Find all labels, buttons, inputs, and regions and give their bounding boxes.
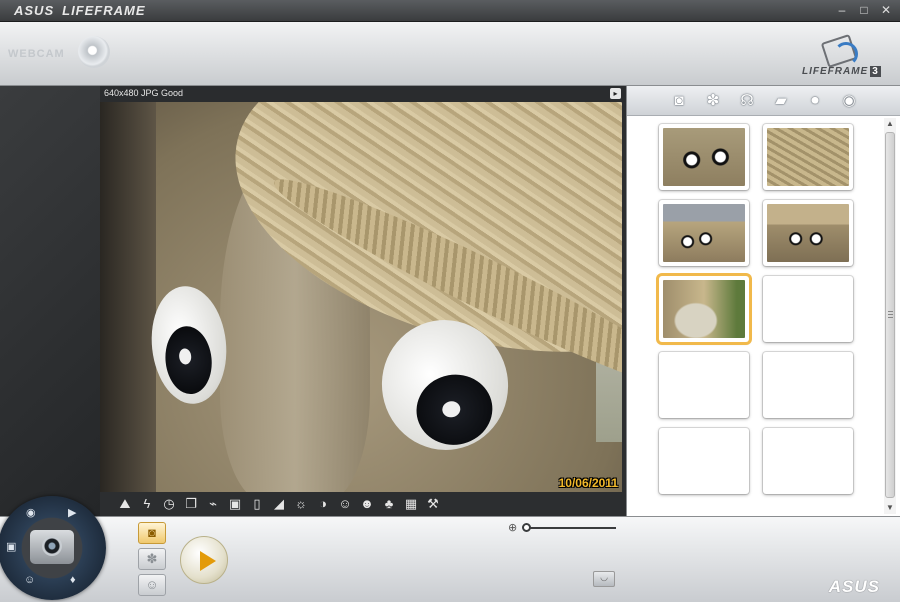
tab-view-icon[interactable]: ◉ (837, 91, 861, 111)
exposure-icon[interactable]: ◢ (270, 495, 288, 513)
asus-logo: ASUS (828, 577, 880, 596)
mode-buttons: ◙ ✽ ☺ (138, 522, 166, 596)
face-mask-icon[interactable]: ☺ (336, 495, 354, 513)
product-version: 3 (870, 66, 881, 77)
empty-thumbnail-slot[interactable] (763, 352, 853, 418)
gallery-scrollbar[interactable]: ▲ ▼ (884, 118, 896, 514)
zoom-slider-track[interactable] (526, 527, 616, 529)
effects-icon[interactable]: ▦ (402, 495, 420, 513)
window-controls: ‒ □ ✕ (834, 2, 894, 18)
zoom-control: ⊕ (508, 521, 620, 535)
preview-info-bar: 640x480 JPG Good ▸ (100, 86, 625, 102)
empty-thumbnail-slot[interactable] (659, 428, 749, 494)
camera-preview[interactable]: 10/06/2011 (100, 102, 622, 492)
empty-thumbnail-slot[interactable] (763, 276, 853, 342)
camera-lens-icon (42, 536, 62, 556)
effects-toolbar: ⛰ ϟ ◷ ❐ ⌁ ▣ ▯ ◢ ☼ ◑ ☺ ☻ ♣ ▦ ⚒ (100, 492, 625, 516)
tab-photo-icon[interactable]: ◙ (667, 91, 691, 111)
thumbnail-image (767, 204, 849, 262)
gallery-tabs: ◙ ✽ ☊ ▰ ⏺ ◉ (627, 86, 900, 116)
scroll-down-arrow-icon[interactable]: ▼ (884, 502, 896, 514)
tab-video-icon[interactable]: ▰ (769, 91, 793, 111)
gallery-panel: ◙ ✽ ☊ ▰ ⏺ ◉ ▲ ▼ (626, 86, 900, 516)
product-name: LIFEFRAME 3 (802, 66, 881, 77)
webcam-label: WEBCAM (8, 48, 65, 60)
photo-mode-button[interactable]: ◙ (138, 522, 166, 544)
thumbnail-1[interactable] (659, 124, 749, 190)
close-button[interactable]: ✕ (878, 2, 894, 18)
mode-dial[interactable]: ▣ ◉ ▶ ☺ ♦ (0, 496, 106, 600)
thumbnail-image (663, 204, 745, 262)
asus-brand: ASUS (14, 3, 55, 18)
empty-thumbnail-slot[interactable] (763, 428, 853, 494)
burst-icon[interactable]: ❐ (182, 495, 200, 513)
dial-play-icon[interactable]: ▶ (68, 506, 76, 519)
scroll-up-arrow-icon[interactable]: ▲ (884, 118, 896, 130)
zoom-in-icon[interactable]: ⊕ (508, 521, 520, 534)
face-track-icon[interactable]: ☻ (358, 495, 376, 513)
thumbnail-5-selected[interactable] (659, 276, 749, 342)
scrollbar-grip-icon (888, 311, 893, 318)
thumbnail-2[interactable] (763, 124, 853, 190)
dial-eye-icon[interactable]: ◉ (26, 506, 36, 519)
format-label: 640x480 JPG Good (104, 88, 184, 98)
snapshot-icon[interactable]: ◡ (593, 571, 615, 587)
timestamp: 10/06/2011 (558, 476, 618, 490)
timer-icon[interactable]: ◷ (160, 495, 178, 513)
measure-icon[interactable]: ⌁ (204, 495, 222, 513)
minimize-button[interactable]: ‒ (834, 2, 850, 18)
landscape-icon[interactable]: ⛰ (116, 495, 134, 513)
thumbnail-grid (659, 124, 853, 494)
play-triangle-icon (200, 551, 216, 571)
lifeframe-logo: LIFEFRAME 3 (802, 34, 881, 80)
app-brand: ASUS LIFEFRAME (14, 3, 146, 18)
tab-audio-icon[interactable]: ⏺ (803, 91, 827, 111)
left-panel (0, 86, 100, 516)
zoom-slider-knob[interactable] (522, 523, 531, 532)
dial-video-icon[interactable]: ▣ (6, 540, 16, 553)
settings-wrench-icon[interactable]: ⚒ (424, 495, 442, 513)
camera-capture-icon[interactable] (30, 530, 74, 564)
empty-thumbnail-slot[interactable] (659, 352, 749, 418)
contrast-icon[interactable]: ◑ (314, 495, 332, 513)
portrait-frame-icon[interactable]: ▯ (248, 495, 266, 513)
scrollbar-thumb[interactable] (885, 132, 895, 498)
thumbnail-image (663, 280, 745, 338)
effects-mode-button[interactable]: ✽ (138, 548, 166, 570)
maximize-button[interactable]: □ (856, 2, 872, 18)
brightness-icon[interactable]: ☼ (292, 495, 310, 513)
thumbnail-image (663, 128, 745, 186)
app-title: LIFEFRAME (62, 3, 146, 18)
header-band: WEBCAM LIFEFRAME 3 (0, 22, 900, 86)
title-bar: ASUS LIFEFRAME ‒ □ ✕ (0, 0, 900, 22)
dial-mic-icon[interactable]: ♦ (70, 574, 76, 586)
face-mode-button[interactable]: ☺ (138, 574, 166, 596)
color-icon[interactable]: ♣ (380, 495, 398, 513)
tab-face-icon[interactable]: ☊ (735, 91, 759, 111)
product-name-text: LIFEFRAME (802, 66, 869, 77)
thumbnail-3[interactable] (659, 200, 749, 266)
thumbnail-image (767, 128, 849, 186)
tab-effects-icon[interactable]: ✽ (701, 91, 725, 111)
capture-play-button[interactable] (180, 536, 228, 584)
preview-shadow-edge (100, 102, 156, 492)
swirl-icon (834, 42, 858, 66)
webcam-logo: WEBCAM (0, 28, 140, 84)
lens-flare-icon (78, 36, 110, 68)
preview-options-icon[interactable]: ▸ (610, 88, 621, 99)
control-strip (0, 516, 900, 602)
dial-face-icon[interactable]: ☺ (24, 574, 35, 586)
frame-icon[interactable]: ▣ (226, 495, 244, 513)
thumbnail-4[interactable] (763, 200, 853, 266)
flash-icon[interactable]: ϟ (138, 495, 156, 513)
